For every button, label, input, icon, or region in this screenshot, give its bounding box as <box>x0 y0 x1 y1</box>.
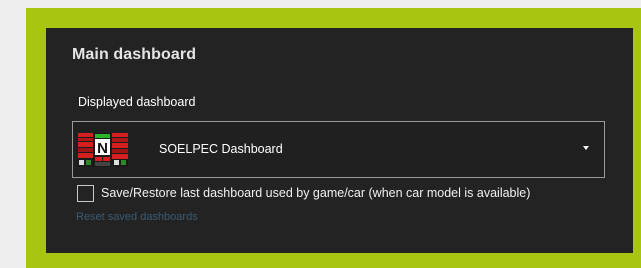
dashboard-select[interactable]: N SOELPEC Dashboard <box>72 121 605 178</box>
dashboard-select-value: SOELPEC Dashboard <box>159 142 283 156</box>
displayed-dashboard-label: Displayed dashboard <box>78 95 196 109</box>
dashboard-thumbnail-icon: N <box>78 133 128 167</box>
save-restore-label[interactable]: Save/Restore last dashboard used by game… <box>101 186 530 200</box>
reset-saved-dashboards-link[interactable]: Reset saved dashboards <box>76 211 198 223</box>
gear-indicator: N <box>97 140 108 157</box>
chevron-down-icon[interactable] <box>583 146 589 150</box>
save-restore-checkbox[interactable] <box>77 185 94 202</box>
section-title: Main dashboard <box>72 46 197 63</box>
main-dashboard-panel: Main dashboard Displayed dashboard N SOE… <box>46 28 633 253</box>
outer-frame: Main dashboard Displayed dashboard N SOE… <box>26 8 641 268</box>
